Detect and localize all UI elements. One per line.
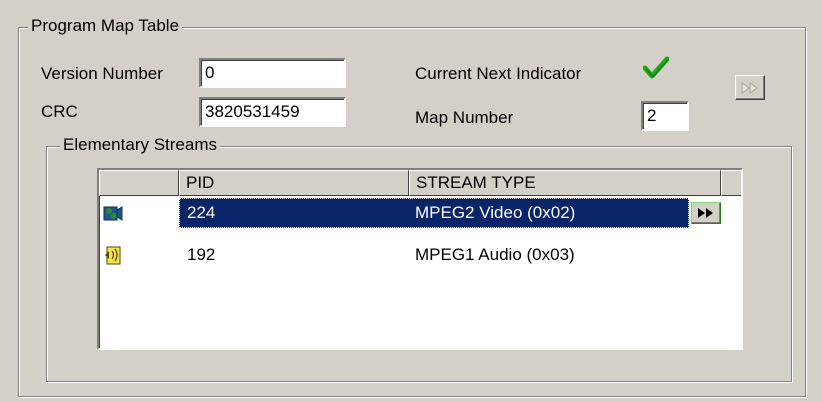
video-stream-icon [103, 206, 123, 221]
checkmark-icon [642, 56, 670, 80]
elementary-streams-title: Elementary Streams [60, 135, 220, 155]
stream-row[interactable]: 192 MPEG1 Audio (0x03) [99, 240, 741, 270]
stream-type-cell: MPEG2 Video (0x02) [415, 203, 576, 222]
current-next-indicator-label: Current Next Indicator [415, 64, 582, 83]
crc-label: CRC [41, 102, 78, 121]
version-number-field[interactable]: 0 [199, 58, 346, 88]
column-header-pid[interactable]: PID [179, 170, 409, 196]
stream-row[interactable]: 224 MPEG2 Video (0x02) [99, 198, 741, 228]
row-expand-button[interactable] [691, 202, 721, 224]
pid-cell: 192 [187, 245, 216, 264]
crc-field[interactable]: 3820531459 [199, 97, 346, 127]
next-map-button[interactable] [735, 75, 765, 100]
audio-stream-icon [105, 246, 121, 265]
column-header-stream-type[interactable]: STREAM TYPE [409, 170, 721, 196]
streams-list[interactable]: PID STREAM TYPE 224 MPEG2 Video (0x02) 1… [97, 168, 743, 350]
stream-type-cell: MPEG1 Audio (0x03) [415, 245, 575, 264]
version-number-label: Version Number [41, 64, 163, 83]
map-number-label: Map Number [415, 108, 514, 127]
fast-forward-icon [698, 208, 713, 218]
map-number-field[interactable]: 2 [641, 101, 689, 131]
pid-cell: 224 [187, 203, 216, 222]
program-map-table-title: Program Map Table [28, 16, 183, 36]
column-header-extra[interactable] [721, 170, 741, 196]
column-header-icon[interactable] [99, 170, 179, 196]
fast-forward-icon [741, 81, 758, 94]
